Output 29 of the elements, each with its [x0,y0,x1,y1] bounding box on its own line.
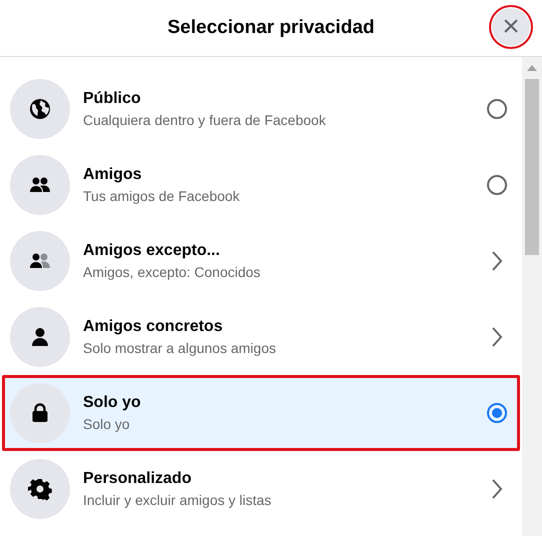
scrollbar-thumb[interactable] [525,79,539,255]
option-title: Amigos concretos [83,317,224,337]
option-description: Amigos, excepto: Conocidos [83,263,262,282]
privacy-option[interactable]: Amigos excepto... Amigos, excepto: Conocidos [2,223,520,299]
option-description: Incluir y excluir amigos y listas [83,491,272,510]
privacy-option[interactable]: Amigos concretos Solo mostrar a algunos amigos [2,299,520,375]
privacy-option[interactable]: Público Cualquiera dentro y fuera de Facebook [2,71,520,147]
privacy-option[interactable]: Amigos Tus amigos de Facebook [2,147,520,223]
option-description: Solo yo [83,415,131,434]
option-title: Público [83,89,142,109]
privacy-option[interactable]: Personalizado Incluir y excluir amigos y listas [2,451,520,527]
privacy-option[interactable]: Solo yo Solo yo [2,375,520,451]
option-description: Cualquiera dentro y fuera de Facebook [83,111,327,130]
option-title: Amigos [83,165,143,185]
chevron-right-icon [491,250,503,272]
option-description: Tus amigos de Facebook [83,187,241,206]
scrollbar[interactable] [522,57,542,536]
option-title: Personalizado [83,469,192,489]
option-title: Solo yo [83,393,142,413]
option-description: Solo mostrar a algunos amigos [83,339,277,358]
option-title: Amigos excepto... [83,241,221,261]
chevron-right-icon [491,326,503,348]
radio-button[interactable] [487,175,507,195]
dialog-title: Seleccionar privacidad [168,16,374,40]
radio-button[interactable] [487,403,507,423]
close-button[interactable]: × [492,8,530,46]
radio-button[interactable] [487,99,507,119]
chevron-right-icon [491,478,503,500]
scroll-up-icon[interactable] [527,65,537,71]
